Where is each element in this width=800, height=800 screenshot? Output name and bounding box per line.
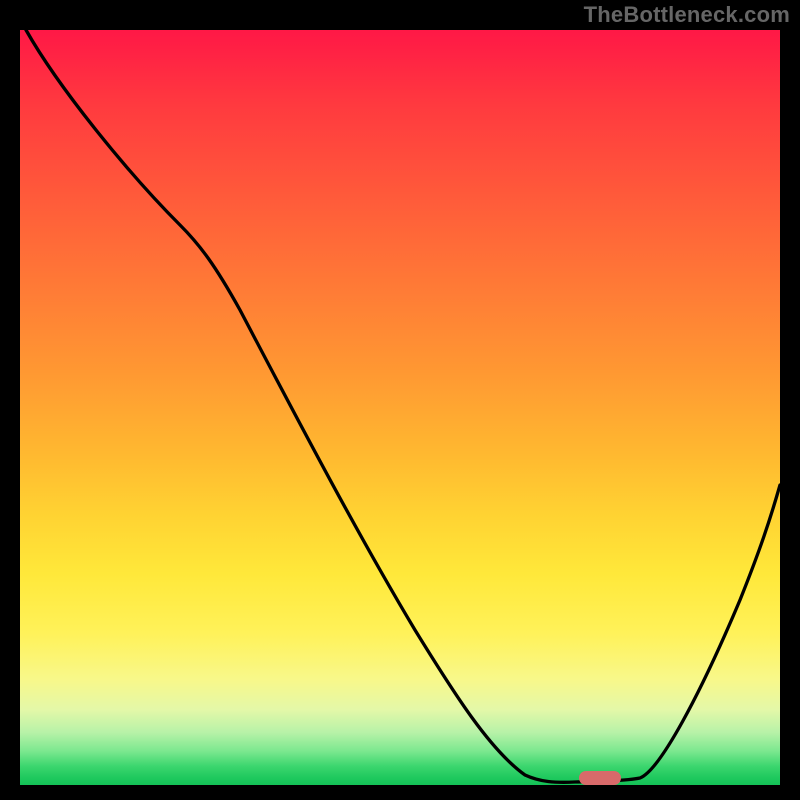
curve-path (26, 30, 780, 782)
bottleneck-curve (20, 30, 780, 785)
optimal-marker (579, 771, 621, 785)
chart-frame: TheBottleneck.com (0, 0, 800, 800)
plot-area (20, 30, 780, 785)
watermark-text: TheBottleneck.com (584, 2, 790, 28)
